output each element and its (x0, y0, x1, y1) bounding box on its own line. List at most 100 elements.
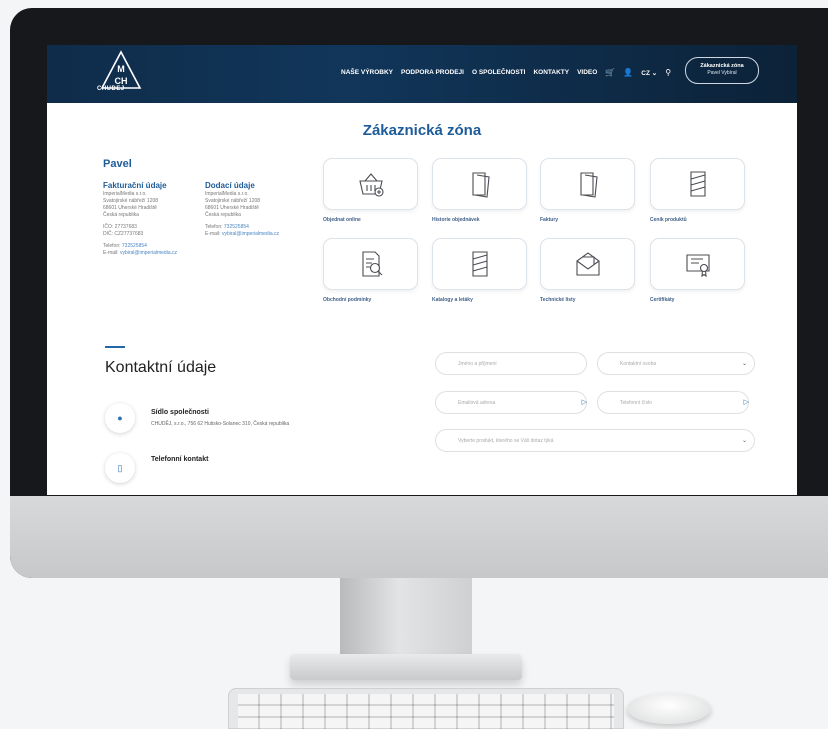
tile-label: Obchodní podmínky (323, 297, 372, 303)
email-input[interactable]: Emailová adresa ▷ (435, 391, 587, 414)
delivery-line: ImperialMedia s.r.o. (205, 191, 249, 197)
name-placeholder: Jméno a příjmení (458, 361, 497, 367)
envelope-icon (575, 252, 600, 276)
contact-item-title: Telefonní kontakt (151, 456, 209, 463)
browser-screen: M CH CHUDEJ NAŠE VÝROBKY PODPORA PRODEJI… (47, 45, 797, 495)
phone-send-icon: ▷ (743, 399, 749, 406)
tile-terms[interactable] (323, 238, 418, 290)
tile-price-list[interactable] (650, 158, 745, 210)
billing-details: Fakturační údaje ImperialMedia s.r.o. Sv… (103, 180, 177, 257)
delivery-heading: Dodací údaje (205, 181, 255, 190)
contact-person-select[interactable]: Kontaktní osoba ⌄ (597, 352, 755, 375)
monitor-stand-base (290, 654, 522, 680)
customer-zone-button[interactable]: Zákaznická zóna Pavel Vybíral (685, 57, 759, 84)
delivery-line: Česká republika (205, 212, 241, 218)
leaflet-icon (471, 251, 488, 277)
billing-line: Česká republika (103, 212, 139, 218)
nav-products[interactable]: NAŠE VÝROBKY (341, 69, 393, 76)
monitor-chin (10, 496, 828, 578)
documents-icon (579, 172, 598, 198)
tile-label: Historie objednávek (432, 217, 480, 223)
nav-contacts[interactable]: KONTAKTY (533, 69, 569, 76)
tile-catalogs[interactable] (432, 238, 527, 290)
tile-label: Ceník produktů (650, 217, 687, 223)
billing-ico: IČO: 27737683 (103, 224, 137, 230)
billing-phone-row: Telefon: 732525854 (103, 243, 177, 250)
delivery-email-link[interactable]: vybiral@imperialmedia.cz (222, 231, 279, 237)
delivery-line: 68601 Uherské Hradiště (205, 205, 259, 211)
email-send-icon: ▷ (581, 399, 587, 406)
section-accent (105, 346, 125, 348)
billing-line: 68601 Uherské Hradiště (103, 205, 157, 211)
user-icon[interactable]: 👤 (623, 68, 633, 77)
logo-triangle-icon: M CH (100, 50, 142, 89)
chevron-down-icon: ⌄ (741, 438, 747, 444)
email-placeholder: Emailová adresa (458, 400, 496, 406)
nav-about[interactable]: O SPOLEČNOSTI (472, 69, 525, 76)
tile-label: Katalogy a letáky (432, 297, 473, 303)
tile-tech-sheets[interactable] (540, 238, 635, 290)
billing-line: Svatojirské nábřeží 1208 (103, 198, 159, 204)
phone-placeholder: Telefonní číslo (620, 400, 652, 406)
delivery-email-row: E-mail: vybiral@imperialmedia.cz (205, 231, 279, 238)
email-label: E-mail: (205, 231, 221, 237)
monitor-stand (340, 578, 472, 656)
customer-zone-title: Zákaznická zóna (700, 63, 744, 69)
phone-label: Telefon: (103, 243, 121, 249)
contact-person-value: Kontaktní osoba (620, 361, 657, 367)
tile-order-online[interactable] (323, 158, 418, 210)
phone-input[interactable]: Telefonní číslo ▷ (597, 391, 749, 414)
mouse (627, 693, 711, 724)
chevron-down-icon: ⌄ (741, 361, 747, 367)
phone-label: Telefon: (205, 224, 223, 230)
keyboard (228, 688, 624, 729)
nav-sales-support[interactable]: PODPORA PRODEJI (401, 69, 464, 76)
tile-label: Technické listy (540, 297, 576, 303)
tile-order-history[interactable] (432, 158, 527, 210)
keyboard-keys (238, 694, 614, 729)
name-input[interactable]: Jméno a příjmení (435, 352, 587, 375)
tile-label: Faktury (540, 217, 559, 223)
logo-text: CHUDEJ (97, 86, 125, 92)
nav-video[interactable]: VIDEO (577, 69, 597, 76)
contact-item-text: CHUDĚJ, s.r.o., 756 62 Hutisko-Solanec 3… (151, 421, 290, 427)
language-select[interactable]: CZ ⌄ (641, 69, 657, 77)
product-select[interactable]: Vyberte produkt, kterého se Váš dotaz tý… (435, 429, 755, 452)
language-label: CZ (641, 69, 650, 77)
customer-zone-user: Pavel Vybíral (707, 70, 737, 76)
product-select-value: Vyberte produkt, kterého se Váš dotaz tý… (458, 438, 554, 444)
delivery-details: Dodací údaje ImperialMedia s.r.o. Svatoj… (205, 180, 279, 238)
document-search-icon (361, 251, 382, 277)
delivery-phone-link[interactable]: 732525854 (224, 224, 249, 230)
contact-item-title: Sídlo společnosti (151, 409, 209, 416)
billing-email-row: E-mail: vybiral@imperialmedia.cz (103, 250, 177, 257)
documents-icon (471, 172, 490, 198)
billing-heading: Fakturační údaje (103, 181, 167, 190)
tile-certificates[interactable] (650, 238, 745, 290)
svg-text:CH: CH (115, 76, 128, 86)
monitor: M CH CHUDEJ NAŠE VÝROBKY PODPORA PRODEJI… (10, 8, 828, 578)
basket-icon (358, 173, 384, 197)
certificate-icon (685, 254, 710, 278)
billing-dic: DIČ: CZ27737683 (103, 231, 144, 237)
location-pin-icon: ● (105, 403, 135, 433)
delivery-phone-row: Telefon: 732525854 (205, 224, 279, 231)
tile-label: Certifikáty (650, 297, 675, 303)
contact-title: Kontaktní údaje (105, 359, 217, 376)
site-header: M CH CHUDEJ NAŠE VÝROBKY PODPORA PRODEJI… (47, 45, 797, 103)
cart-icon[interactable]: 🛒 (605, 68, 615, 77)
billing-line: ImperialMedia s.r.o. (103, 191, 147, 197)
user-name: Pavel (103, 158, 132, 170)
svg-text:M: M (117, 64, 125, 74)
email-label: E-mail: (103, 250, 119, 256)
page-title: Zákaznická zóna (362, 122, 482, 139)
phone-icon: ▯ (105, 453, 135, 483)
tile-invoices[interactable] (540, 158, 635, 210)
delivery-line: Svatojirské nábřeží 1208 (205, 198, 261, 204)
search-icon[interactable]: ⚲ (665, 68, 671, 77)
leaflet-icon (689, 171, 706, 197)
billing-phone-link[interactable]: 732525854 (122, 243, 147, 249)
tile-label: Objednat online (323, 217, 361, 223)
billing-email-link[interactable]: vybiral@imperialmedia.cz (120, 250, 177, 256)
main-nav: NAŠE VÝROBKY PODPORA PRODEJI O SPOLEČNOS… (341, 68, 671, 77)
